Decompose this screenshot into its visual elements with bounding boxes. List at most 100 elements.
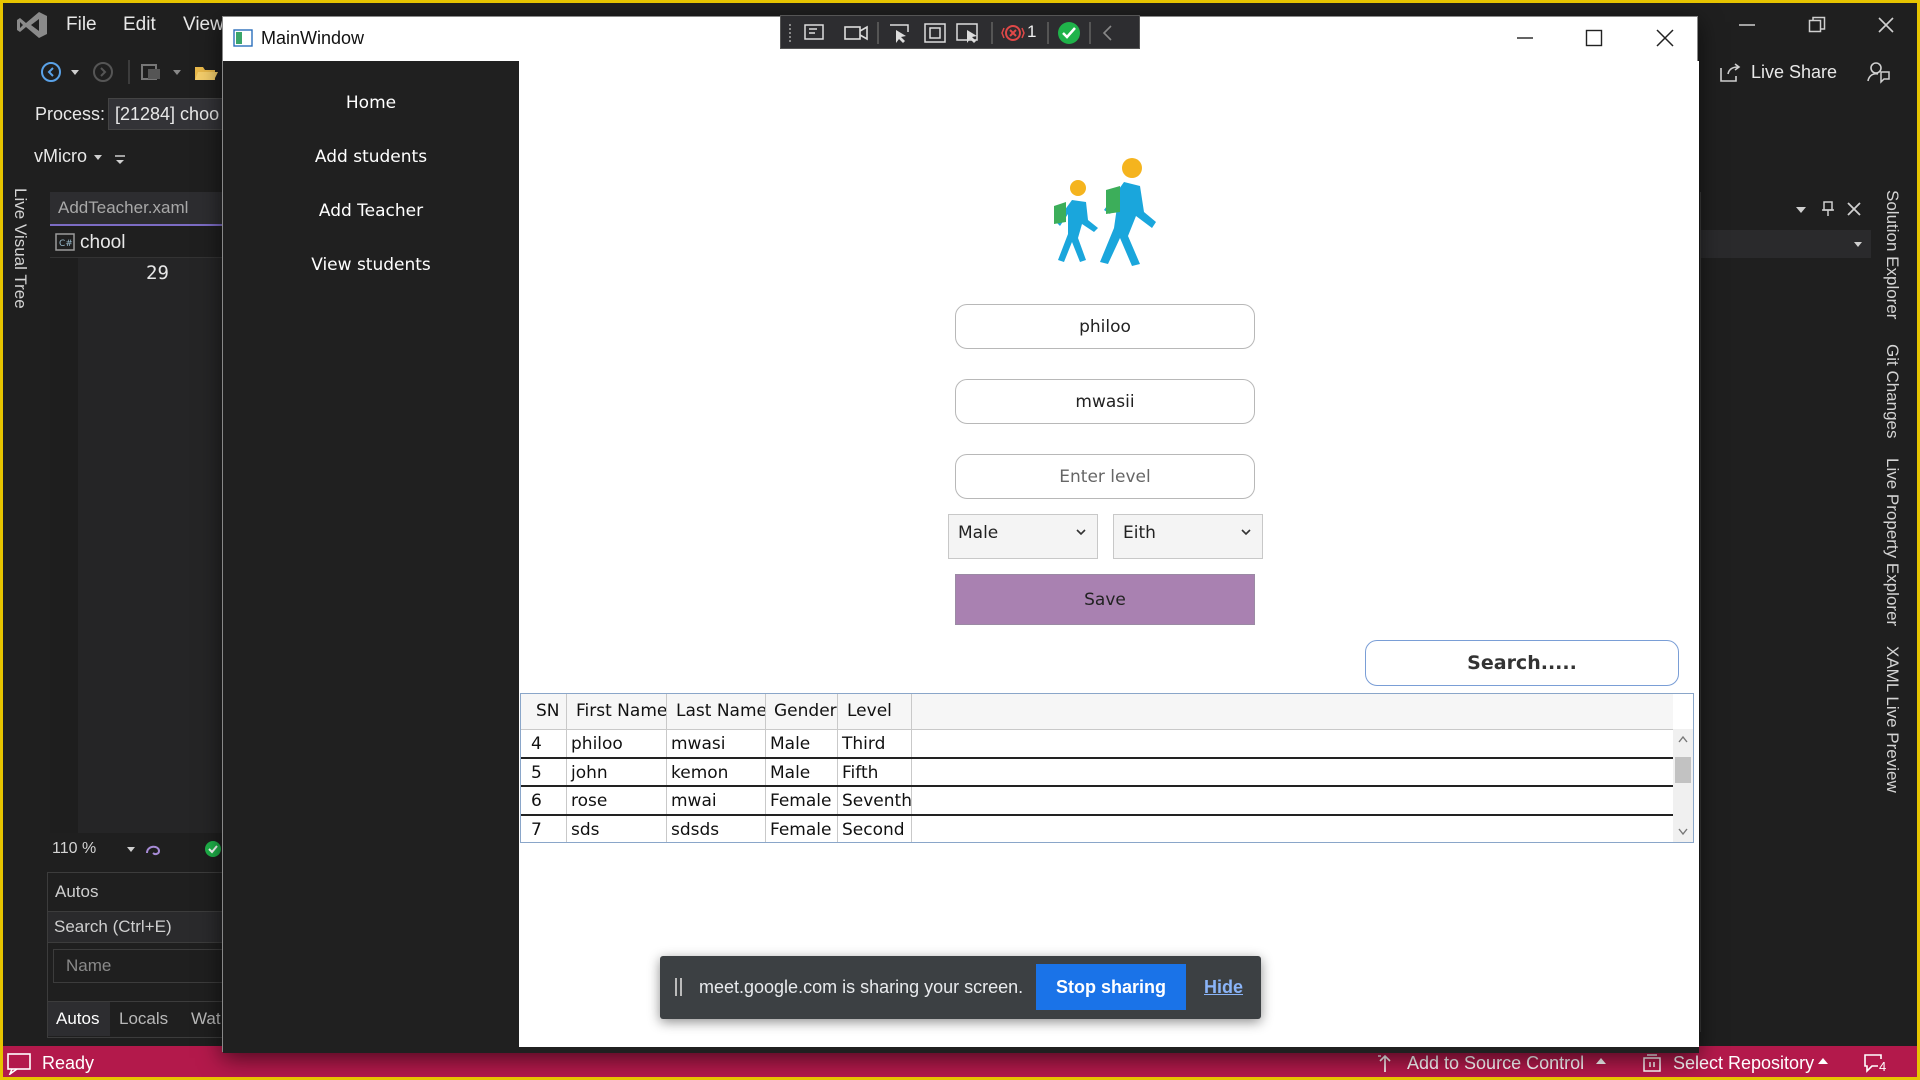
menu-view[interactable]: View (183, 14, 224, 36)
nav-view-students[interactable]: View students (223, 255, 519, 275)
vmicro-menu[interactable]: vMicro (34, 146, 87, 167)
collapse-toolbar-icon[interactable] (1101, 24, 1113, 42)
window-close-icon[interactable] (1655, 28, 1675, 48)
table-row[interactable]: 6 rose mwai Female Seventh (521, 787, 1673, 815)
column-header-gender[interactable]: Gender (769, 697, 837, 725)
open-folder-icon[interactable] (193, 61, 219, 83)
process-selector[interactable]: [21284] choo (108, 98, 228, 130)
students-walking-icon (1048, 156, 1158, 266)
last-name-input[interactable] (955, 379, 1255, 424)
hot-reload-ok-icon[interactable] (1057, 21, 1081, 45)
nav-home[interactable]: Home (223, 93, 519, 113)
navigation-sidebar: Home Add students Add Teacher View stude… (223, 61, 519, 1053)
navigate-back-icon[interactable] (40, 61, 62, 83)
scroll-up-icon[interactable] (1678, 735, 1688, 743)
save-button[interactable]: Save (955, 574, 1255, 625)
solution-explorer-panel (1700, 192, 1872, 1032)
cell-last-name: kemon (671, 763, 729, 783)
column-header-sn[interactable]: SN (531, 697, 560, 725)
level-input[interactable] (955, 454, 1255, 499)
live-share-icon[interactable] (1718, 62, 1742, 84)
cell-gender: Male (770, 763, 811, 783)
scroll-thumb[interactable] (1675, 757, 1691, 783)
track-focused-element-icon[interactable] (955, 22, 983, 44)
add-to-source-control[interactable]: Add to Source Control (1407, 1053, 1584, 1074)
code-editor[interactable]: 29 (50, 258, 225, 833)
select-element-icon[interactable] (887, 22, 913, 44)
cell-level: Second (842, 820, 905, 840)
tab-live-property-explorer[interactable]: Live Property Explorer (1882, 458, 1902, 626)
source-control-up-icon[interactable] (1376, 1053, 1394, 1073)
source-control-caret-icon[interactable] (1595, 1057, 1607, 1065)
vs-close-icon[interactable] (1877, 16, 1895, 34)
gender-combobox[interactable]: Male (948, 514, 1098, 559)
vs-minimize-icon[interactable] (1738, 18, 1756, 32)
navigate-forward-icon[interactable] (92, 61, 114, 83)
panel-combobox[interactable] (1701, 230, 1871, 258)
cell-gender: Female (770, 820, 832, 840)
table-row[interactable]: 5 john kemon Male Fifth (521, 759, 1673, 787)
editor-zoom-bar: 110 % (50, 834, 225, 864)
zoom-dropdown-icon[interactable] (126, 846, 136, 854)
process-label: Process: (35, 104, 106, 124)
new-project-dropdown-icon[interactable] (172, 69, 182, 77)
back-dropdown-icon[interactable] (70, 69, 80, 77)
zoom-level[interactable]: 110 % (52, 840, 96, 858)
process-row: Process: [21284] choo (0, 94, 228, 136)
window-maximize-icon[interactable] (1585, 29, 1603, 47)
column-header-last-name[interactable]: Last Name (671, 697, 767, 725)
new-project-icon[interactable] (140, 61, 164, 83)
select-repository[interactable]: Select Repository (1673, 1053, 1814, 1074)
search-input[interactable]: Search..... (1365, 640, 1679, 686)
tab-git-changes[interactable]: Git Changes (1882, 344, 1902, 439)
column-header-first-name[interactable]: First Name (571, 697, 667, 725)
scroll-down-icon[interactable] (1678, 828, 1688, 836)
autos-search-box[interactable]: Search (Ctrl+E) (48, 911, 226, 943)
panel-combobox-arrow-icon[interactable] (1853, 241, 1863, 248)
go-to-live-visual-tree-icon[interactable] (803, 23, 829, 43)
tab-watch[interactable]: Wat (191, 1009, 221, 1029)
vs-restore-icon[interactable] (1808, 16, 1826, 34)
students-datagrid[interactable]: SN First Name Last Name Gender Level 4 p… (520, 693, 1694, 843)
panel-options-icon[interactable] (1795, 206, 1807, 214)
editor-tab-addteacher[interactable]: AddTeacher.xaml (50, 192, 225, 226)
toolbar-overflow-icon[interactable] (114, 154, 126, 166)
live-share-label[interactable]: Live Share (1751, 62, 1837, 83)
record-icon[interactable] (843, 23, 869, 43)
grid-scrollbar[interactable] (1673, 729, 1693, 842)
menu-edit[interactable]: Edit (123, 14, 156, 36)
output-icon[interactable] (6, 1051, 32, 1075)
column-header-level[interactable]: Level (842, 697, 892, 725)
autos-column-header: Name (53, 949, 226, 983)
vmicro-dropdown-icon[interactable] (93, 154, 103, 162)
drag-handle-icon[interactable] (675, 978, 682, 996)
level-combobox[interactable]: Eith (1113, 514, 1263, 559)
pin-icon[interactable] (1821, 201, 1835, 217)
panel-close-icon[interactable] (1847, 202, 1861, 216)
table-row[interactable]: 7 sds sdsds Female Second (521, 816, 1673, 842)
tab-autos[interactable]: Autos (48, 1002, 110, 1036)
no-issues-icon (204, 840, 222, 858)
window-minimize-icon[interactable] (1516, 31, 1534, 45)
live-visual-tree-tab[interactable]: Live Visual Tree (10, 188, 38, 348)
tab-locals[interactable]: Locals (119, 1009, 168, 1029)
nav-add-teacher[interactable]: Add Teacher (223, 201, 519, 221)
toolbar-grip[interactable] (789, 24, 793, 42)
tab-solution-explorer[interactable]: Solution Explorer (1882, 190, 1902, 319)
window-title: MainWindow (261, 28, 365, 48)
display-layout-adorners-icon[interactable] (923, 22, 947, 44)
tab-xaml-live-preview[interactable]: XAML Live Preview (1882, 646, 1902, 793)
feedback-icon[interactable] (1866, 60, 1890, 84)
stop-sharing-button[interactable]: Stop sharing (1036, 964, 1186, 1010)
binding-failures-icon[interactable] (1001, 22, 1025, 44)
repository-caret-icon[interactable] (1817, 1057, 1829, 1065)
hide-button[interactable]: Hide (1204, 977, 1243, 998)
intellicode-icon[interactable] (144, 840, 162, 858)
table-row[interactable]: 4 philoo mwasi Male Third (521, 730, 1673, 758)
editor-navigation-bar[interactable]: C# chool (50, 228, 225, 258)
notifications-count: 4 (1878, 1059, 1888, 1074)
menu-file[interactable]: File (66, 14, 97, 36)
first-name-input[interactable] (955, 304, 1255, 349)
repository-icon[interactable] (1642, 1053, 1662, 1073)
nav-add-students[interactable]: Add students (223, 147, 519, 167)
